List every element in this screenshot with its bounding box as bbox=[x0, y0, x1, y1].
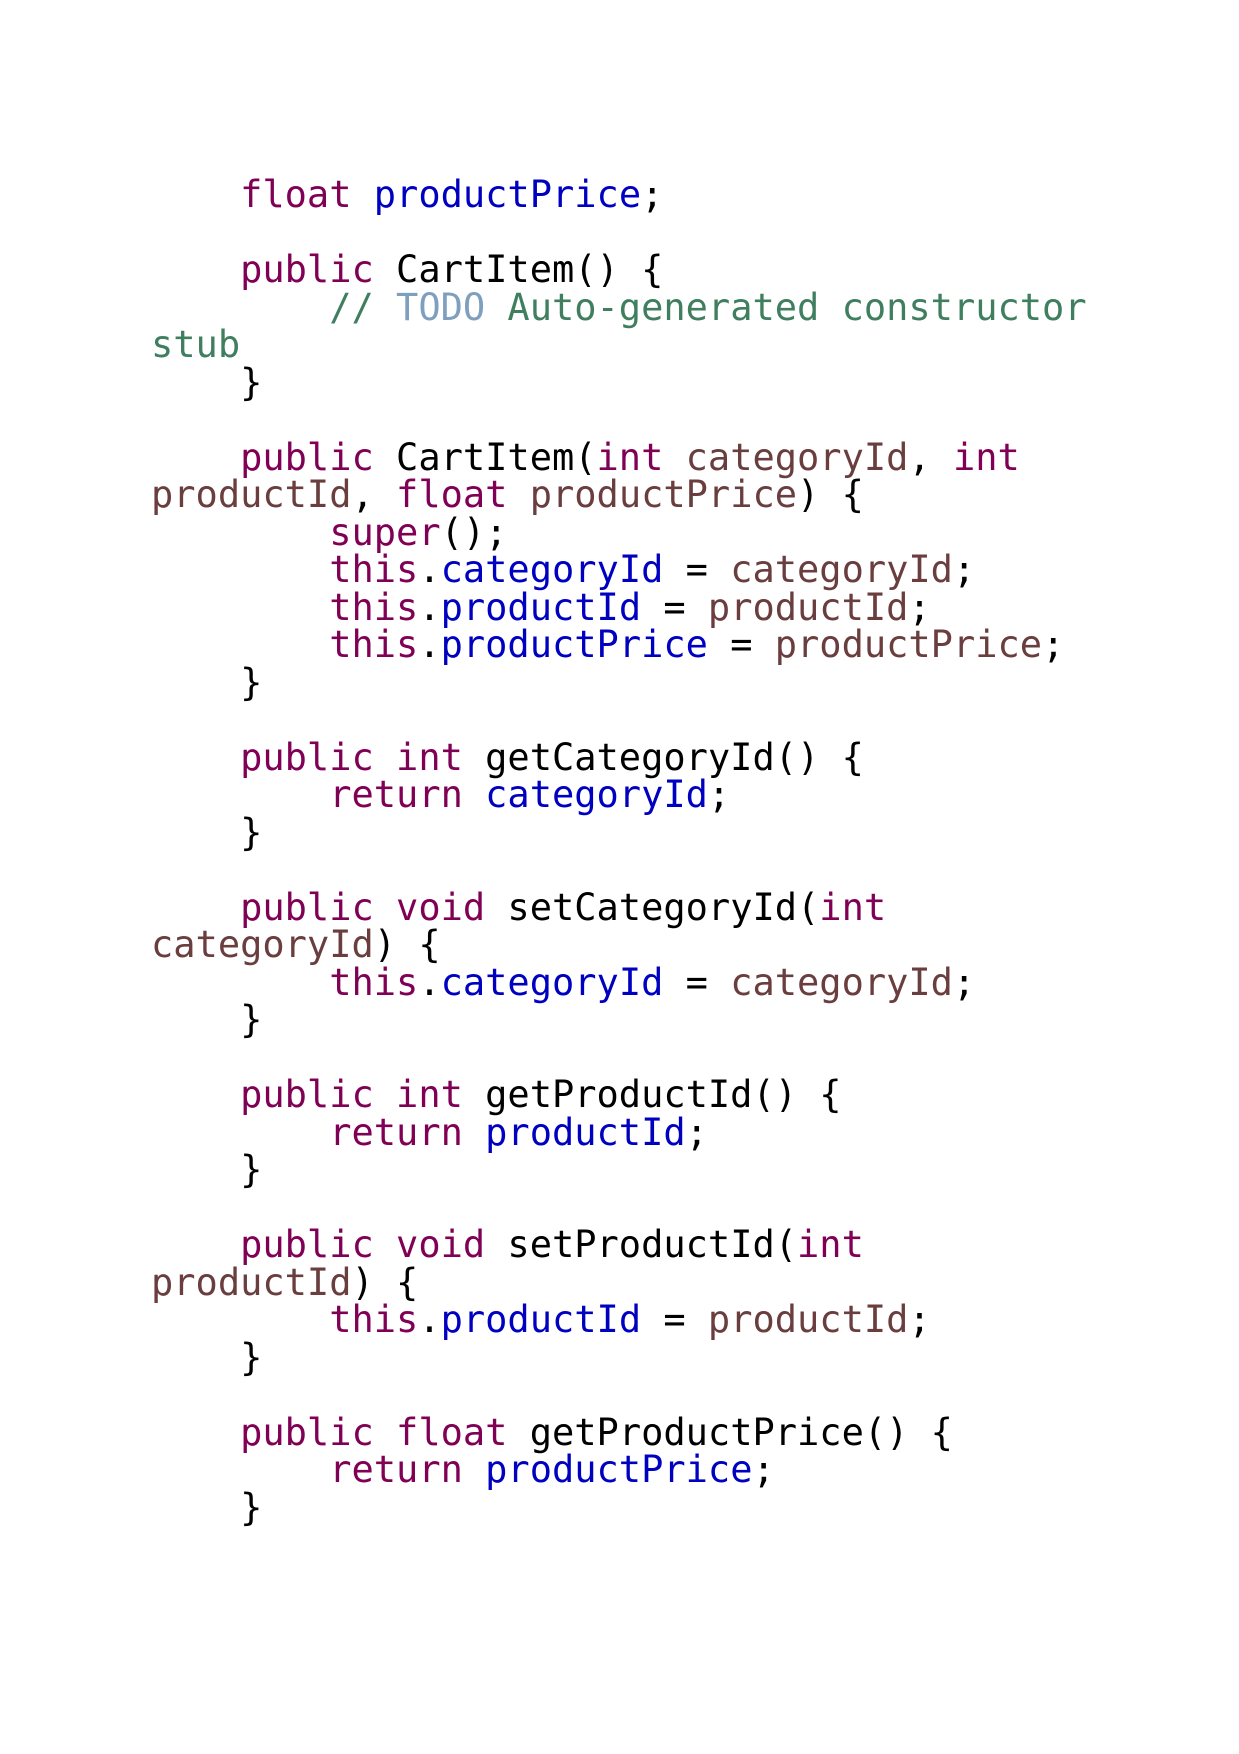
code-line: public int getProductId() { bbox=[151, 1076, 1087, 1114]
code-token: ; bbox=[1042, 623, 1065, 666]
code-line: this.productId = productId; bbox=[151, 1301, 1087, 1339]
code-line: public void setCategoryId(int bbox=[151, 885, 1087, 929]
parameter-token: productPrice bbox=[774, 623, 1043, 666]
code-token: ; bbox=[641, 173, 664, 216]
code-line: } bbox=[151, 1335, 1087, 1379]
code-line: return productPrice; bbox=[151, 1451, 1087, 1489]
code-token: setProductId( bbox=[485, 1223, 798, 1266]
code-token: } bbox=[151, 660, 263, 704]
parameter-token: productId bbox=[707, 1298, 909, 1341]
code-line: } bbox=[151, 1485, 1087, 1529]
code-line: productId, float productPrice) { bbox=[151, 476, 1087, 514]
code-line: public CartItem() { bbox=[151, 251, 1087, 289]
code-token: ; bbox=[952, 548, 976, 591]
keyword-token: int bbox=[952, 435, 1020, 479]
field-token: categoryId bbox=[485, 773, 708, 816]
code-line: super(); bbox=[151, 513, 1087, 552]
code-token: } bbox=[151, 1485, 263, 1529]
code-token: ) { bbox=[797, 473, 864, 516]
code-token: , bbox=[908, 435, 953, 479]
code-token: ; bbox=[707, 773, 731, 816]
field-token: productPrice bbox=[485, 1448, 753, 1491]
code-line: stub bbox=[151, 326, 1087, 364]
field-token: categoryId bbox=[440, 960, 664, 1004]
document-page: float productPrice; public CartItem() { … bbox=[0, 0, 1239, 1754]
code-line: } bbox=[151, 1151, 1087, 1189]
todo-tag-token: TODO bbox=[396, 285, 486, 329]
code-token: } bbox=[151, 360, 263, 404]
keyword-token: int bbox=[819, 885, 887, 929]
code-line: } bbox=[151, 1001, 1087, 1039]
parameter-token: productPrice bbox=[529, 473, 798, 516]
code-line: productId) { bbox=[151, 1263, 1087, 1302]
code-line: this.productPrice = productPrice; bbox=[151, 626, 1087, 664]
code-token: } bbox=[151, 1335, 263, 1379]
keyword-token: this bbox=[329, 623, 419, 666]
keyword-token: return bbox=[329, 773, 463, 816]
code-token: . bbox=[418, 960, 441, 1004]
comment-token: // bbox=[329, 285, 397, 329]
field-token: productId bbox=[440, 1298, 642, 1341]
code-token: ; bbox=[952, 960, 976, 1004]
parameter-token: categoryId bbox=[730, 960, 953, 1004]
code-line: public void setProductId(int bbox=[151, 1226, 1087, 1264]
code-line: categoryId) { bbox=[151, 926, 1087, 964]
field-token: productPrice bbox=[440, 623, 708, 666]
code-token: ; bbox=[752, 1448, 775, 1491]
code-line: } bbox=[151, 660, 1087, 704]
code-token: . bbox=[418, 623, 441, 666]
comment-token: Auto-generated constructor bbox=[485, 285, 1087, 329]
field-token: productPrice bbox=[373, 173, 642, 216]
code-line: return productId; bbox=[151, 1110, 1087, 1154]
code-token: = bbox=[641, 1298, 708, 1341]
code-line: } bbox=[151, 360, 1087, 404]
code-line: public int getCategoryId() { bbox=[151, 738, 1087, 777]
code-token: = bbox=[707, 623, 775, 666]
code-token: . bbox=[418, 1298, 441, 1341]
code-token: } bbox=[151, 1148, 263, 1191]
code-token: } bbox=[151, 998, 263, 1041]
keyword-token: int bbox=[797, 1223, 864, 1266]
code-line: this.productId = productId; bbox=[151, 588, 1087, 627]
code-line: return categoryId; bbox=[151, 776, 1087, 814]
code-line: float productPrice; bbox=[151, 176, 1087, 214]
code-token: } bbox=[151, 810, 263, 854]
field-token: productId bbox=[485, 1110, 686, 1154]
code-line: this.categoryId = categoryId; bbox=[151, 960, 1087, 1004]
code-line: } bbox=[151, 810, 1087, 854]
code-line: public float getProductPrice() { bbox=[151, 1413, 1087, 1452]
keyword-token: return bbox=[329, 1110, 463, 1154]
keyword-token: float bbox=[240, 173, 352, 216]
code-line: // TODO Auto-generated constructor bbox=[151, 285, 1087, 329]
code-listing: float productPrice; public CartItem() { … bbox=[151, 176, 1087, 1526]
code-token: = bbox=[663, 960, 731, 1004]
code-line: public CartItem(int categoryId, int bbox=[151, 435, 1087, 479]
code-token: ; bbox=[685, 1110, 708, 1154]
code-line: this.categoryId = categoryId; bbox=[151, 551, 1087, 589]
keyword-token: this bbox=[329, 960, 419, 1004]
code-token: setCategoryId( bbox=[485, 885, 820, 929]
keyword-token: this bbox=[329, 1298, 419, 1341]
keyword-token: return bbox=[329, 1448, 463, 1491]
code-token: ; bbox=[908, 1298, 931, 1341]
